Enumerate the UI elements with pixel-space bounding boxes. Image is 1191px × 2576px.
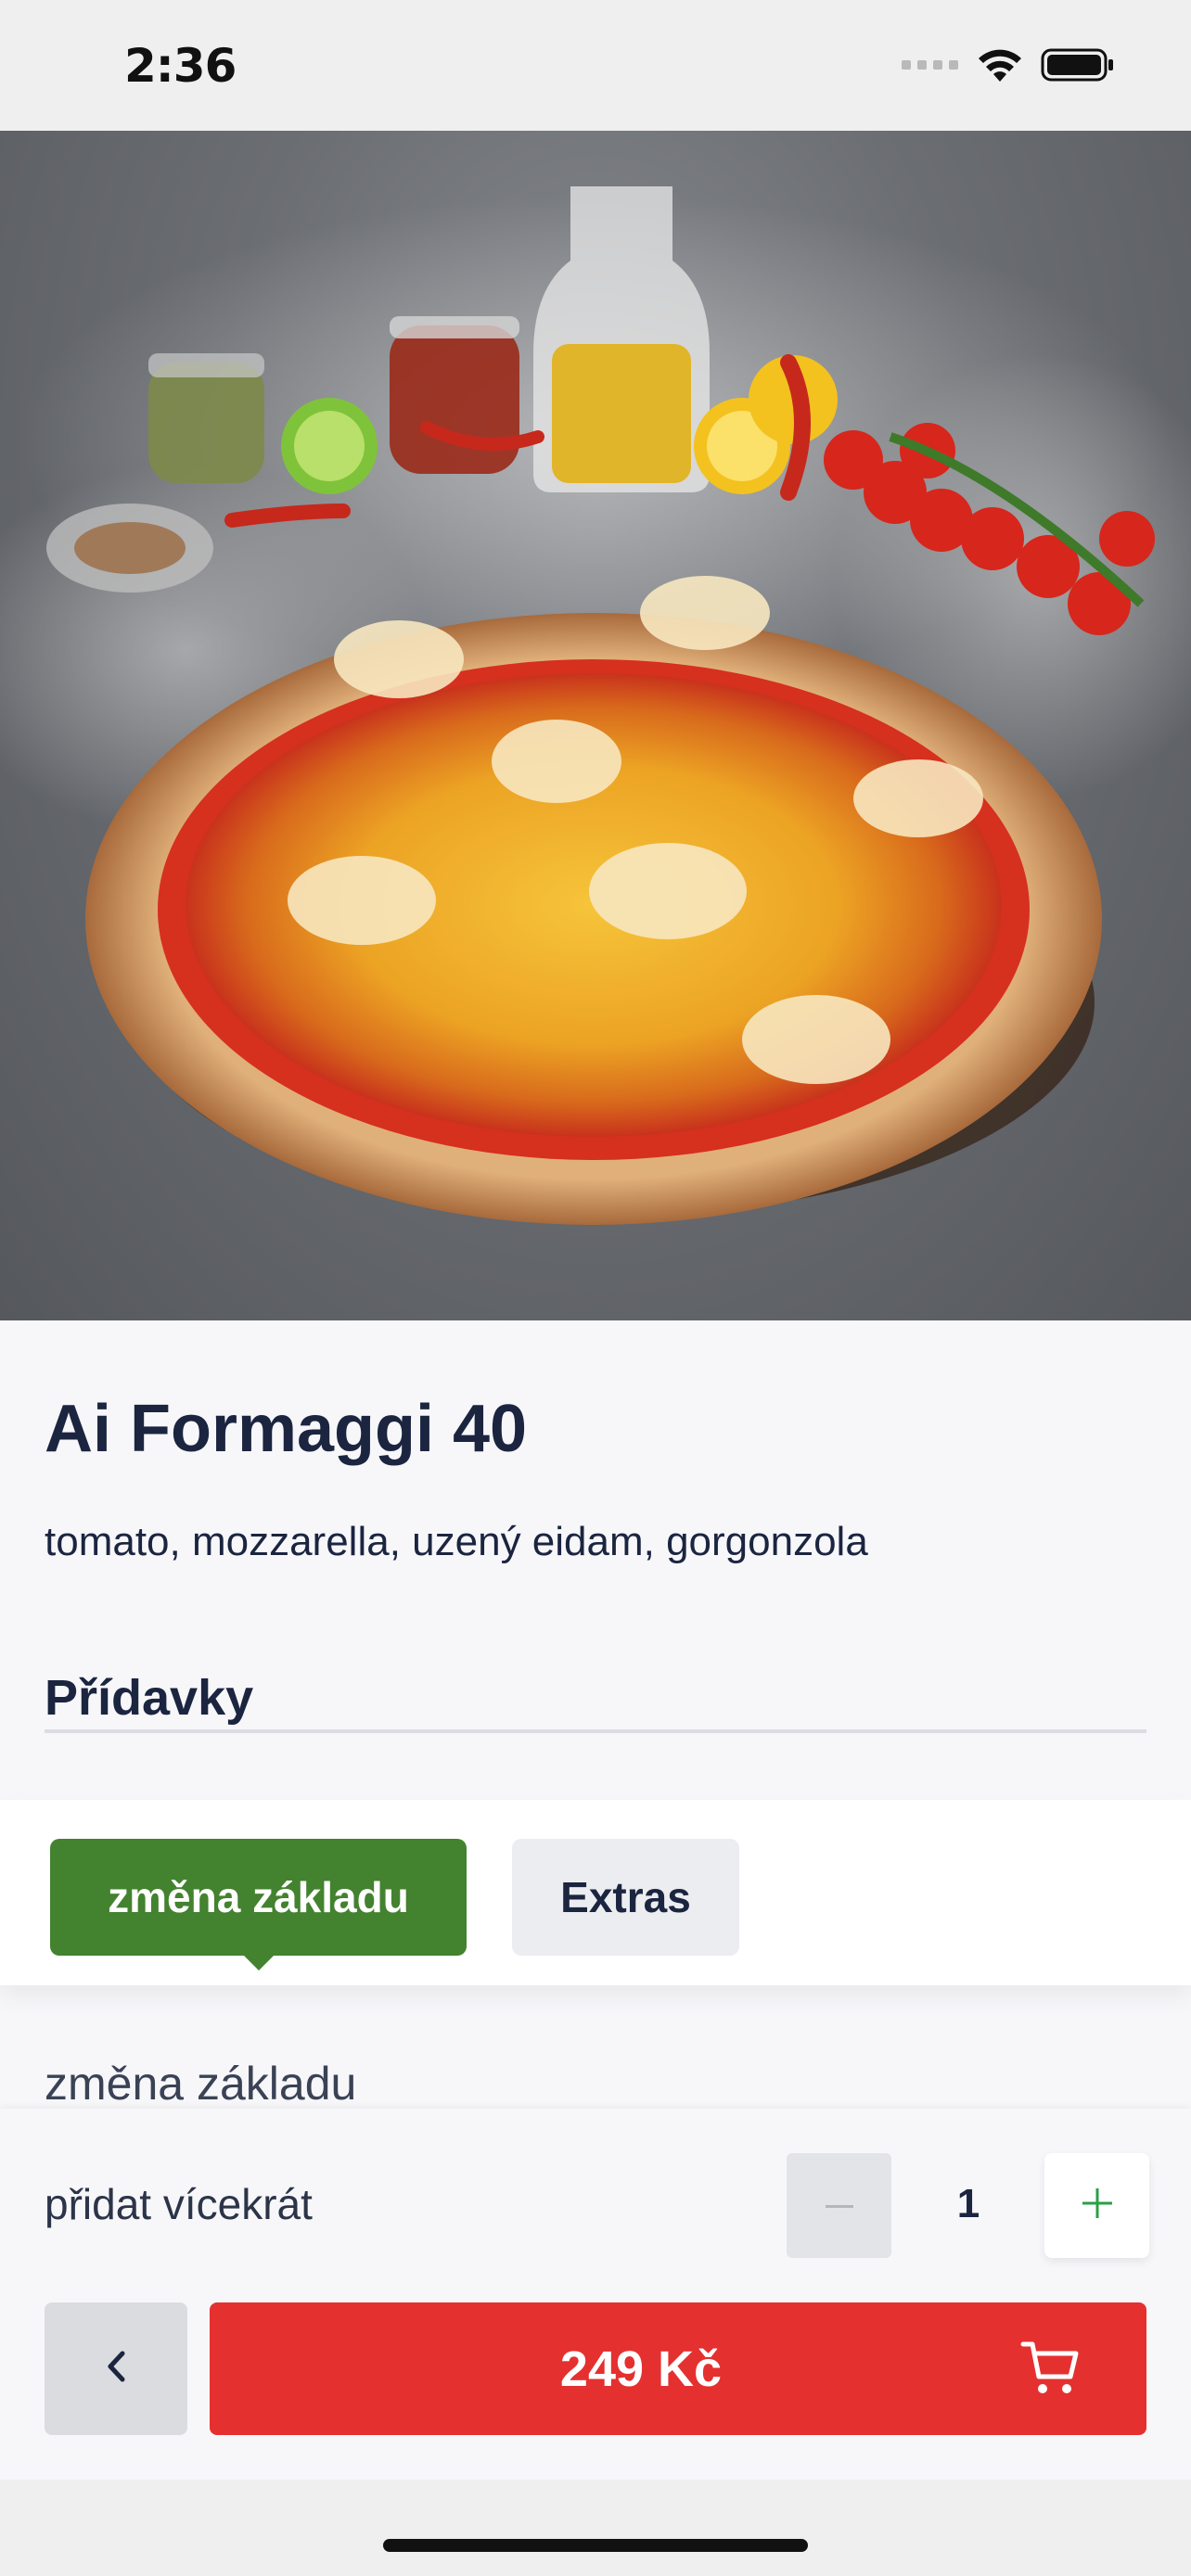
tab-extras[interactable]: Extras xyxy=(512,1839,739,1956)
status-time: 2:36 xyxy=(124,39,237,93)
product-title: Ai Formaggi 40 xyxy=(45,1392,528,1466)
cart-icon xyxy=(1020,2340,1080,2402)
cart-price: 249 Kč xyxy=(559,2340,723,2397)
tab-zmena-zakladu[interactable]: změna základu xyxy=(50,1839,467,1970)
quantity-label: přidat vícekrát xyxy=(45,2180,313,2228)
section-divider xyxy=(45,1729,1146,1733)
plus-icon xyxy=(1082,2188,1112,2223)
addons-heading: Přídavky xyxy=(45,1670,254,1726)
minus-icon xyxy=(825,2198,853,2214)
chevron-left-icon xyxy=(106,2350,126,2388)
product-description: tomato, mozzarella, uzený eidam, gorgonz… xyxy=(45,1519,868,1564)
wifi-icon xyxy=(976,46,1024,88)
pizza-photo xyxy=(0,186,1191,1225)
addon-tabs: změna základu Extras xyxy=(0,1800,1191,1985)
add-to-cart-button[interactable]: 249 Kč xyxy=(210,2302,1146,2435)
status-bar: 2:36 xyxy=(0,0,1191,131)
quantity-increase-button[interactable] xyxy=(1044,2153,1149,2258)
addon-group-label: změna základu xyxy=(45,2058,357,2110)
quantity-decrease-button[interactable] xyxy=(787,2153,891,2258)
home-indicator[interactable] xyxy=(383,2539,808,2552)
status-icons xyxy=(902,46,1115,87)
home-indicator-area xyxy=(0,2480,1191,2576)
back-button[interactable] xyxy=(45,2302,187,2435)
quantity-value: 1 xyxy=(956,2181,980,2226)
hero-image xyxy=(0,131,1191,1320)
battery-icon xyxy=(1041,46,1115,88)
signal-icon xyxy=(902,58,959,76)
